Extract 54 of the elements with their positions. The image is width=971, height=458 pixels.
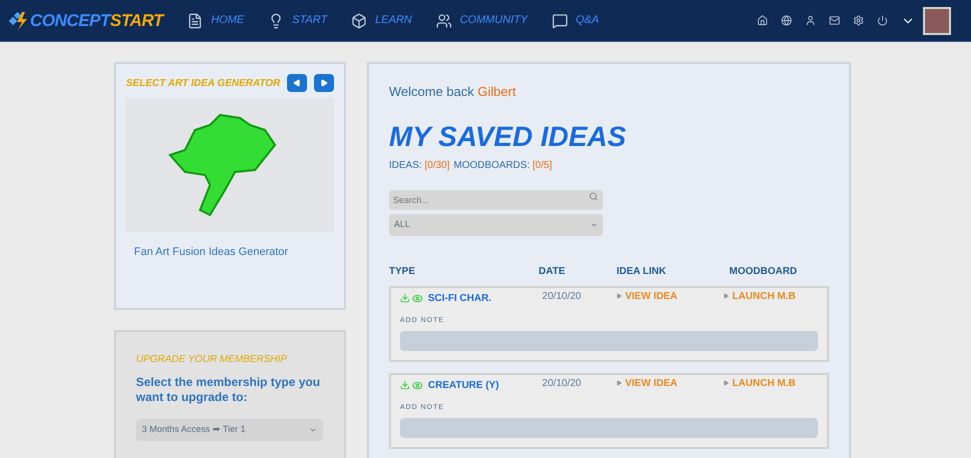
- settings-icon[interactable]: [853, 15, 864, 26]
- left-triangle-icon: [293, 79, 301, 87]
- note-field[interactable]: [400, 418, 818, 438]
- nav-link[interactable]: Q&A: [576, 12, 599, 29]
- chat-icon: [552, 12, 568, 28]
- search-field[interactable]: Search...: [389, 190, 603, 210]
- idea-date: 20/10/20: [542, 376, 582, 390]
- filter-select[interactable]: ALL: [389, 214, 603, 236]
- column-header: IDEA LINK: [616, 264, 668, 278]
- logo-icon: [8, 10, 30, 32]
- caret-icon: [309, 426, 317, 434]
- column-header: TYPE: [389, 264, 416, 278]
- home-icon[interactable]: [757, 15, 768, 26]
- cube-icon: [351, 12, 368, 28]
- power-icon[interactable]: [877, 15, 888, 26]
- view-idea-link[interactable]: VIEW IDEA: [625, 288, 678, 304]
- triangle-icon: [616, 293, 622, 299]
- globe-icon[interactable]: [781, 15, 792, 26]
- image-placeholder[interactable]: [126, 98, 334, 232]
- user-icon[interactable]: [805, 15, 816, 26]
- launch-moodboard-link[interactable]: LAUNCH M.B: [732, 288, 796, 304]
- note-field[interactable]: [400, 331, 818, 351]
- welcome-text: Welcome back Gilbert: [389, 83, 517, 101]
- triangle-icon: [723, 380, 730, 386]
- launch-moodboard-link[interactable]: LAUNCH M.B: [732, 376, 796, 390]
- column-header: DATE: [538, 264, 566, 278]
- nav-link[interactable]: START: [292, 12, 328, 29]
- view-idea-link[interactable]: VIEW IDEA: [625, 376, 678, 390]
- nav-link[interactable]: LEARN: [375, 12, 412, 29]
- right-triangle-icon: [320, 79, 328, 87]
- triangle-icon: [616, 380, 622, 386]
- generator-caption[interactable]: Fan Art Fusion Ideas Generator: [134, 244, 334, 260]
- count-label: IDEAS: [0/30]: [389, 158, 450, 172]
- count-label: MOODBOARDS: [0/5]: [454, 158, 552, 172]
- logo-text[interactable]: CONCEPTSTART: [30, 8, 164, 34]
- next-button[interactable]: [314, 74, 334, 92]
- users-icon: [436, 12, 452, 28]
- previous-button[interactable]: [287, 74, 307, 92]
- column-header: MOODBOARD: [729, 264, 798, 278]
- idea-date: 20/10/20: [542, 290, 582, 304]
- triangle-icon: [723, 293, 730, 299]
- page-heading: MY SAVED IDEAS: [389, 120, 628, 154]
- mail-icon[interactable]: [829, 15, 840, 26]
- document-icon: [187, 12, 204, 28]
- card-title: SELECT ART IDEA GENERATOR: [126, 76, 280, 90]
- search-icon: [589, 192, 598, 200]
- membership-prompt: Select the membership type you want to upgrade to:: [136, 375, 322, 405]
- nav-link[interactable]: HOME: [211, 12, 244, 29]
- card-title: UPGRADE YOUR MEMBERSHIP: [136, 353, 288, 367]
- nav-link[interactable]: COMMUNITY: [460, 12, 528, 29]
- idea-type: CREATURE (Y): [428, 378, 499, 392]
- membership-select[interactable]: 3 Months Access ➡ Tier 1: [136, 419, 323, 441]
- idea-type: SCI-FI CHAR.: [428, 292, 492, 306]
- avatar-placeholder[interactable]: [923, 6, 951, 34]
